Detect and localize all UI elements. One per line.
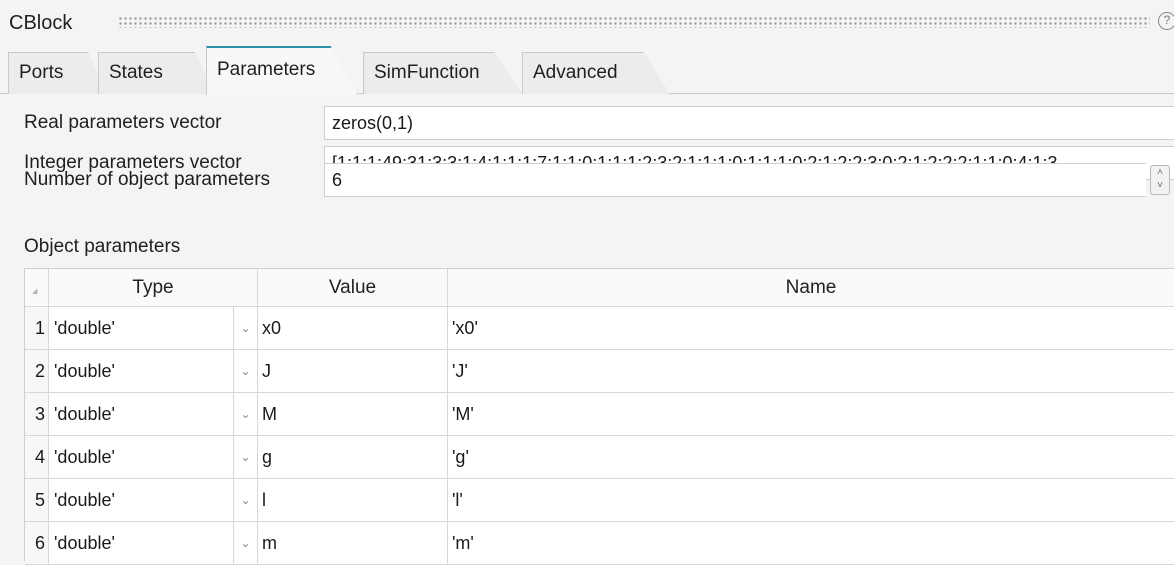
chevron-down-icon[interactable]: ⌄ (234, 307, 258, 350)
num-obj-params-field[interactable]: 6 (324, 163, 1146, 197)
name-cell[interactable]: 'J' (448, 350, 1174, 393)
table-row: 1 'double' ⌄ x0 'x0' (25, 307, 1174, 350)
value-cell[interactable]: l (258, 479, 448, 522)
row-index: 5 (25, 479, 49, 522)
tab-states[interactable]: States (98, 52, 216, 94)
panel-title: CBlock (9, 12, 73, 34)
chevron-down-icon[interactable]: ⌄ (234, 393, 258, 436)
tab-simfunction[interactable]: SimFunction (363, 52, 523, 94)
chevron-down-icon[interactable]: ⌄ (234, 479, 258, 522)
row-index: 1 (25, 307, 49, 350)
column-header-value[interactable]: Value (258, 269, 448, 307)
chevron-down-icon[interactable]: ⌄ (234, 350, 258, 393)
real-params-label: Real parameters vector (24, 112, 222, 133)
num-obj-params-label: Number of object parameters (24, 169, 271, 190)
value-cell[interactable]: g (258, 436, 448, 479)
chevron-down-icon[interactable]: ⌄ (234, 522, 258, 565)
tab-ports[interactable]: Ports (8, 52, 106, 94)
real-params-field[interactable]: zeros(0,1) (324, 106, 1174, 140)
tab-bar: Ports States SimFunction Advanced Parame… (0, 38, 1174, 96)
title-bar: CBlock ? (0, 0, 1174, 38)
name-cell[interactable]: 'g' (448, 436, 1174, 479)
table-row: 4 'double' ⌄ g 'g' (25, 436, 1174, 479)
table-row: 2 'double' ⌄ J 'J' (25, 350, 1174, 393)
column-header-type[interactable]: Type (49, 269, 258, 307)
table-row: 6 'double' ⌄ m 'm' (25, 522, 1174, 565)
type-cell[interactable]: 'double' (49, 436, 234, 479)
tab-parameters[interactable]: Parameters (206, 46, 358, 95)
value-cell[interactable]: J (258, 350, 448, 393)
column-header-name[interactable]: Name (448, 269, 1174, 307)
table-row: 3 'double' ⌄ M 'M' (25, 393, 1174, 436)
value-cell[interactable]: x0 (258, 307, 448, 350)
table-row: 5 'double' ⌄ l 'l' (25, 479, 1174, 522)
object-params-table: ◢ Type Value Name 1 'double' ⌄ x0 'x0' 2… (24, 268, 1174, 565)
row-index: 4 (25, 436, 49, 479)
help-icon[interactable]: ? (1158, 12, 1174, 30)
row-index: 2 (25, 350, 49, 393)
value-cell[interactable]: M (258, 393, 448, 436)
type-cell[interactable]: 'double' (49, 479, 234, 522)
table-header: ◢ Type Value Name (25, 269, 1174, 307)
name-cell[interactable]: 'M' (448, 393, 1174, 436)
chevron-down-icon[interactable]: ⌄ (234, 436, 258, 479)
name-cell[interactable]: 'x0' (448, 307, 1174, 350)
type-cell[interactable]: 'double' (49, 350, 234, 393)
sort-corner-icon: ◢ (32, 288, 38, 295)
object-params-heading: Object parameters (24, 236, 181, 257)
row-index: 3 (25, 393, 49, 436)
spinner-up-icon[interactable]: ˄ (1151, 166, 1169, 179)
row-index: 6 (25, 522, 49, 565)
value-cell[interactable]: m (258, 522, 448, 565)
type-cell[interactable]: 'double' (49, 393, 234, 436)
table-corner[interactable]: ◢ (25, 269, 49, 307)
name-cell[interactable]: 'm' (448, 522, 1174, 565)
type-cell[interactable]: 'double' (49, 307, 234, 350)
num-obj-params-spinner[interactable]: ˄ ˅ (1150, 165, 1170, 195)
spinner-down-icon[interactable]: ˅ (1151, 179, 1169, 192)
cblock-panel: CBlock ? Ports States SimFunction Advanc… (0, 0, 1174, 565)
tab-advanced[interactable]: Advanced (522, 52, 670, 94)
name-cell[interactable]: 'l' (448, 479, 1174, 522)
drag-grip[interactable] (118, 16, 1150, 28)
type-cell[interactable]: 'double' (49, 522, 234, 565)
